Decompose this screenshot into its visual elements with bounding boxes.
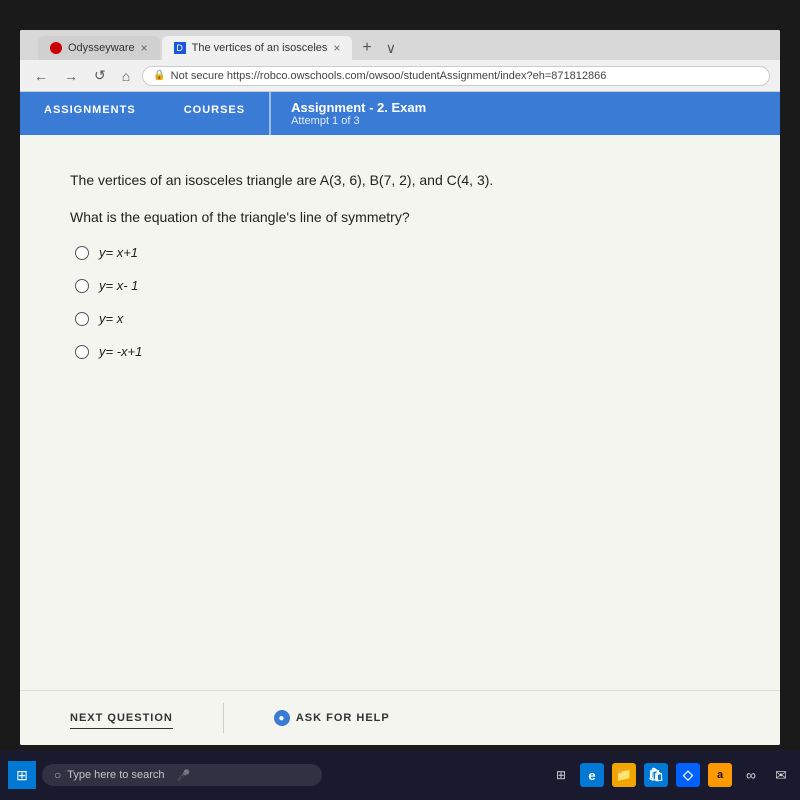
next-question-button[interactable]: NEXT QUESTION: [70, 708, 173, 729]
tab-odysseyware-label: Odysseyware: [68, 42, 135, 54]
browser-window: Odysseyware × D The vertices of an isosc…: [20, 30, 780, 745]
url-text: Not secure https://robco.owschools.com/o…: [171, 70, 607, 82]
tab-assignment-label: The vertices of an isosceles: [192, 42, 328, 54]
browser-chrome: Odysseyware × D The vertices of an isosc…: [20, 30, 780, 92]
tab-assignment[interactable]: D The vertices of an isosceles ×: [162, 36, 353, 60]
attempt-label: Attempt 1 of 3: [291, 115, 426, 127]
mail-icon[interactable]: ✉: [770, 764, 792, 786]
courses-nav[interactable]: COURSES: [160, 92, 269, 135]
taskbar: ⊞ ○ Type here to search 🎤 ⊞ e 📁 🛍 ◇ a ∞ …: [0, 750, 800, 800]
assignment-info: Assignment - 2. Exam Attempt 1 of 3: [269, 92, 446, 135]
assignment-tab-icon: D: [174, 42, 186, 54]
taskbar-icons: ⊞ e 📁 🛍 ◇ a ∞ ✉: [550, 763, 792, 787]
option-1[interactable]: y= x+1: [75, 245, 730, 260]
option-3[interactable]: y= x: [75, 311, 730, 326]
option-2-label: y= x- 1: [99, 278, 138, 293]
taskbar-search-bar[interactable]: ○ Type here to search 🎤: [42, 764, 322, 786]
options-list: y= x+1 y= x- 1 y= x y= -x+1: [75, 245, 730, 359]
tab-close-assignment[interactable]: ×: [333, 41, 340, 55]
tab-dropdown-button[interactable]: ∨: [382, 40, 400, 57]
files-icon[interactable]: 📁: [612, 763, 636, 787]
option-1-label: y= x+1: [99, 245, 138, 260]
edge-icon[interactable]: e: [580, 763, 604, 787]
infinity-icon[interactable]: ∞: [740, 764, 762, 786]
ask-for-help-label: ASK FOR HELP: [296, 712, 390, 724]
refresh-button[interactable]: ↺: [90, 65, 110, 86]
dropbox-icon[interactable]: ◇: [676, 763, 700, 787]
radio-opt3[interactable]: [75, 312, 89, 326]
ask-for-help-button[interactable]: ● ASK FOR HELP: [274, 710, 390, 726]
main-content: The vertices of an isosceles triangle ar…: [20, 135, 780, 690]
taskbar-search-text: Type here to search: [67, 769, 164, 781]
question-text: The vertices of an isosceles triangle ar…: [70, 170, 730, 191]
option-4[interactable]: y= -x+1: [75, 344, 730, 359]
forward-button[interactable]: →: [60, 66, 82, 86]
url-bar[interactable]: 🔒 Not secure https://robco.owschools.com…: [142, 66, 770, 86]
question-prompt: What is the equation of the triangle's l…: [70, 209, 730, 225]
bottom-divider: [223, 703, 224, 733]
search-icon: ○: [54, 768, 61, 782]
task-view-icon[interactable]: ⊞: [550, 764, 572, 786]
radio-opt2[interactable]: [75, 279, 89, 293]
option-4-label: y= -x+1: [99, 344, 142, 359]
store-icon[interactable]: 🛍: [644, 763, 668, 787]
tab-close-odysseyware[interactable]: ×: [141, 41, 148, 55]
home-button[interactable]: ⌂: [118, 66, 134, 86]
radio-opt1[interactable]: [75, 246, 89, 260]
address-bar: ← → ↺ ⌂ 🔒 Not secure https://robco.owsch…: [20, 60, 780, 92]
tab-bar: Odysseyware × D The vertices of an isosc…: [20, 30, 780, 60]
assignment-title: Assignment - 2. Exam: [291, 100, 426, 115]
bottom-bar: NEXT QUESTION ● ASK FOR HELP: [20, 690, 780, 745]
help-icon: ●: [274, 710, 290, 726]
windows-icon: ⊞: [16, 767, 28, 784]
assignments-nav[interactable]: ASSIGNMENTS: [20, 92, 160, 135]
app-header: ASSIGNMENTS COURSES Assignment - 2. Exam…: [20, 92, 780, 135]
option-3-label: y= x: [99, 311, 123, 326]
back-button[interactable]: ←: [30, 66, 52, 86]
odysseyware-icon: [50, 42, 62, 54]
microphone-icon: 🎤: [176, 769, 190, 782]
lock-icon: 🔒: [153, 70, 165, 81]
tab-odysseyware[interactable]: Odysseyware ×: [38, 36, 160, 60]
new-tab-button[interactable]: +: [354, 40, 379, 56]
option-2[interactable]: y= x- 1: [75, 278, 730, 293]
radio-opt4[interactable]: [75, 345, 89, 359]
start-button[interactable]: ⊞: [8, 761, 36, 789]
amazon-icon[interactable]: a: [708, 763, 732, 787]
